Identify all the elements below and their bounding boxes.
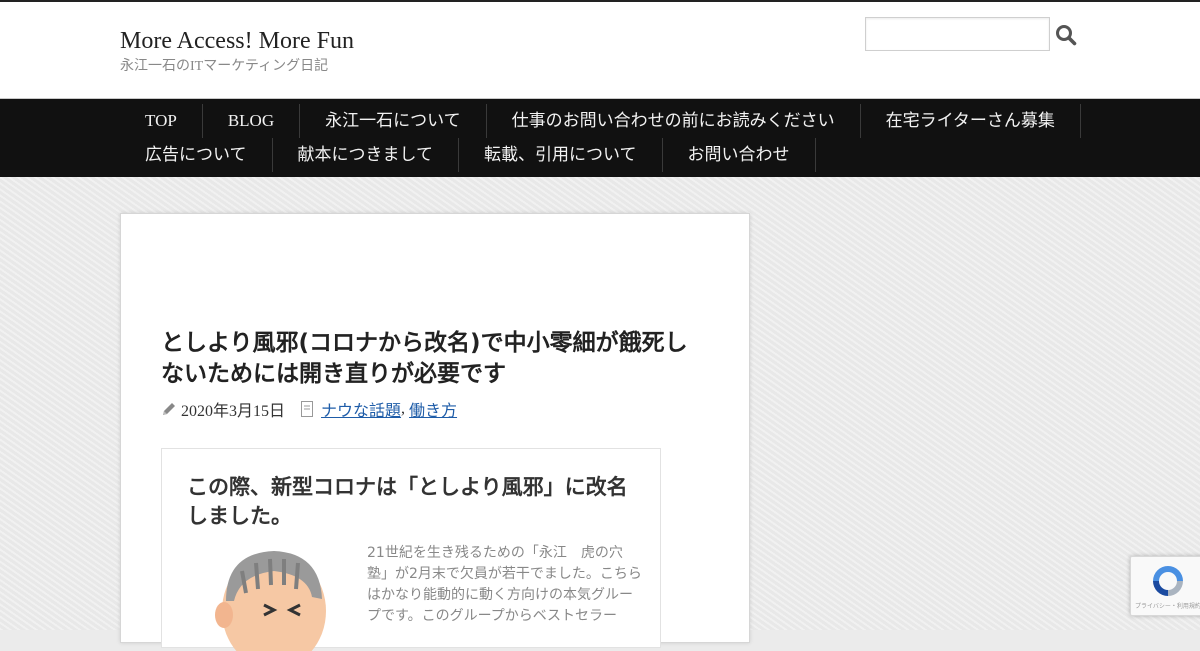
nav-item-book-gifts[interactable]: 献本につきまして	[273, 138, 459, 172]
document-icon	[301, 401, 314, 417]
recaptcha-badge[interactable]: プライバシー・利用規約	[1130, 556, 1200, 616]
nav-item-top[interactable]: TOP	[120, 104, 203, 138]
nav-item-work-inquiry-notes[interactable]: 仕事のお問い合わせの前にお読みください	[487, 104, 861, 138]
category-link-news[interactable]: ナウな話題	[321, 397, 401, 421]
elderly-man-illustration	[215, 551, 326, 651]
category-separator: ,	[401, 400, 406, 417]
nav-item-ads[interactable]: 広告について	[120, 138, 273, 172]
box-text: 21世紀を生き残るための「永江 虎の穴塾」が2月末で欠員が若干でました。こちらは…	[367, 545, 642, 624]
nav-item-contact[interactable]: お問い合わせ	[663, 138, 816, 172]
site-header: More Access! More Fun 永江一石のITマーケティング日記	[0, 2, 1200, 99]
nav-item-reprint-quote[interactable]: 転載、引用について	[459, 138, 663, 172]
main-nav: TOP BLOG 永江一石について 仕事のお問い合わせの前にお読みください 在宅…	[0, 99, 1200, 177]
highlight-box: この際、新型コロナは「としより風邪」に改名しました。 21世紀を生き残るための「…	[161, 448, 661, 651]
post-meta: 2020年3月15日 ナウな話題, 働き方	[161, 398, 457, 420]
search-icon[interactable]	[1054, 23, 1078, 47]
pencil-icon	[163, 403, 175, 415]
recaptcha-icon	[1153, 566, 1183, 596]
post-date: 2020年3月15日	[181, 403, 286, 420]
nav-item-writer-recruit[interactable]: 在宅ライターさん募集	[861, 104, 1081, 138]
recaptcha-text: プライバシー・利用規約	[1135, 603, 1200, 610]
category-link-workstyle[interactable]: 働き方	[409, 397, 457, 421]
site-title[interactable]: More Access! More Fun	[120, 28, 354, 55]
nav-item-about[interactable]: 永江一石について	[300, 104, 487, 138]
post-title[interactable]: としより風邪(コロナから改名)で中小零細が餓死しないためには開き直りが必要です	[161, 328, 706, 390]
nav-row-2: 広告について 献本につきまして 転載、引用について お問い合わせ	[120, 138, 816, 172]
post-card: としより風邪(コロナから改名)で中小零細が餓死しないためには開き直りが必要です …	[120, 213, 750, 651]
box-title: この際、新型コロナは「としより風邪」に改名しました。	[187, 475, 628, 528]
site-description: 永江一石のITマーケティング日記	[120, 59, 329, 74]
nav-item-blog[interactable]: BLOG	[203, 104, 301, 138]
nav-row-1: TOP BLOG 永江一石について 仕事のお問い合わせの前にお読みください 在宅…	[120, 104, 1081, 138]
search-input[interactable]	[865, 17, 1050, 51]
